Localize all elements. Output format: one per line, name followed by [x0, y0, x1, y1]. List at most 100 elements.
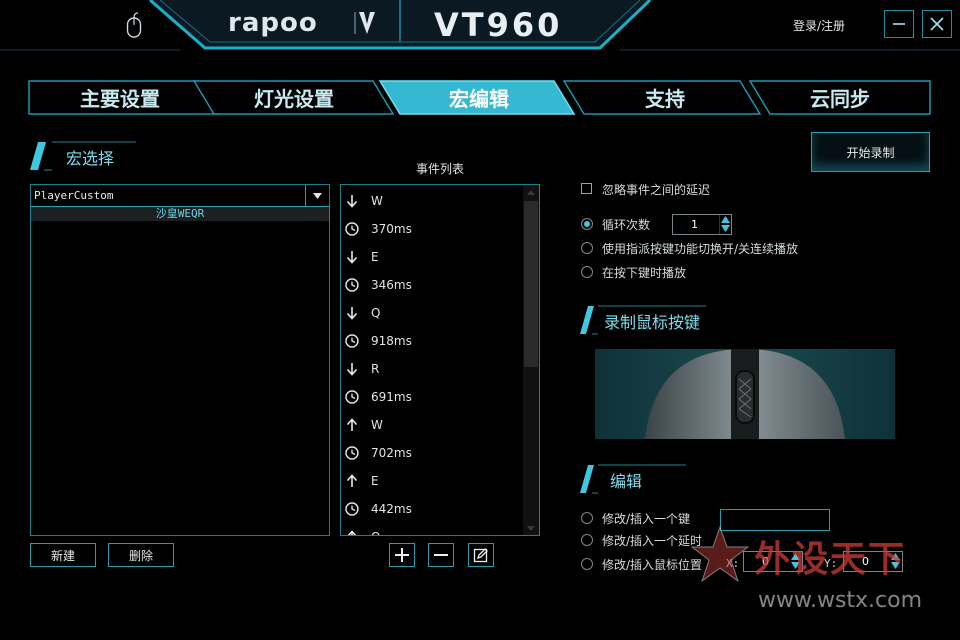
close-icon	[930, 17, 944, 31]
macro-item[interactable]: 沙皇WEQR	[31, 207, 329, 221]
arrow-down-icon	[345, 362, 359, 376]
minus-icon	[434, 554, 448, 556]
tab-main-settings[interactable]: 主要设置	[60, 80, 180, 115]
remove-event-button[interactable]	[428, 543, 454, 567]
modify-mouse-radio[interactable]	[581, 558, 593, 570]
loop-count-value[interactable]: 1	[673, 215, 719, 234]
modify-delay-label: 修改/插入一个延时	[602, 534, 703, 548]
loop-radio[interactable]	[581, 218, 593, 230]
spin-up-icon[interactable]	[720, 215, 731, 224]
ignore-delay-label: 忽略事件之间的延迟	[602, 183, 711, 197]
watermark-url: www.wstx.com	[758, 588, 923, 613]
watermark-star-icon	[690, 525, 750, 583]
close-button[interactable]	[922, 10, 952, 38]
edit-icon	[473, 548, 488, 563]
v-logo-icon	[354, 12, 375, 34]
loop-label: 循环次数	[602, 218, 651, 232]
event-text: R	[371, 362, 380, 376]
event-text: E	[371, 250, 379, 264]
event-row[interactable]: R	[341, 355, 523, 383]
event-text: 346ms	[371, 278, 412, 292]
event-list-title: 事件列表	[415, 162, 464, 176]
mouse-preview-image	[595, 349, 895, 439]
event-text: 442ms	[371, 502, 412, 516]
clock-icon	[345, 278, 359, 292]
plus-icon	[395, 548, 409, 562]
event-row[interactable]: E	[341, 467, 523, 495]
event-row[interactable]: 346ms	[341, 271, 523, 299]
event-row[interactable]: Q	[341, 299, 523, 327]
tab-macro-editor[interactable]: 宏编辑	[414, 80, 544, 115]
arrow-down-icon	[345, 194, 359, 208]
loop-count-stepper[interactable]: 1	[672, 214, 732, 235]
event-list: W 370ms E 346ms Q 918ms R 691ms W 702ms E 442ms Q	[341, 187, 523, 535]
scroll-up-icon[interactable]	[523, 185, 539, 199]
minimize-icon	[893, 23, 905, 25]
event-row[interactable]: 442ms	[341, 495, 523, 523]
clock-icon	[345, 334, 359, 348]
event-row[interactable]: W	[341, 411, 523, 439]
event-text: 691ms	[371, 390, 412, 404]
arrow-down-icon	[345, 306, 359, 320]
arrow-up-icon	[345, 418, 359, 432]
add-event-button[interactable]	[389, 543, 415, 567]
model-name: VT960	[434, 6, 563, 44]
event-text: 918ms	[371, 334, 412, 348]
event-text: W	[371, 194, 383, 208]
event-text: W	[371, 418, 383, 432]
macro-select-title: 宏选择	[66, 149, 115, 168]
new-macro-button[interactable]: 新建	[30, 543, 96, 567]
event-text: Q	[371, 530, 380, 535]
delete-macro-button[interactable]: 删除	[108, 543, 174, 567]
login-link[interactable]: 登录/注册	[793, 17, 845, 34]
scrollbar-thumb[interactable]	[524, 201, 538, 367]
event-row[interactable]: E	[341, 243, 523, 271]
event-text: E	[371, 474, 379, 488]
edit-event-button[interactable]	[468, 543, 494, 567]
title-bar: rapoo VT960 登录/注册	[0, 0, 960, 60]
event-list-panel: W 370ms E 346ms Q 918ms R 691ms W 702ms E 442ms Q	[340, 184, 540, 536]
event-row[interactable]: W	[341, 187, 523, 215]
edit-title: 编辑	[610, 472, 643, 491]
modify-key-radio[interactable]	[581, 512, 593, 524]
profile-dropdown-value: PlayerCustom	[34, 189, 114, 202]
clock-icon	[345, 222, 359, 236]
event-row[interactable]: Q	[341, 523, 523, 535]
scroll-down-icon[interactable]	[523, 521, 539, 535]
hold-play-radio[interactable]	[581, 266, 593, 278]
profile-dropdown[interactable]: PlayerCustom	[31, 184, 329, 207]
hold-play-label: 在按下键时播放	[602, 266, 687, 280]
start-record-button[interactable]: 开始录制	[811, 132, 930, 172]
tab-support[interactable]: 支持	[600, 80, 730, 115]
clock-icon	[345, 502, 359, 516]
event-text: 370ms	[371, 222, 412, 236]
event-row[interactable]: 370ms	[341, 215, 523, 243]
spin-down-icon[interactable]	[720, 224, 731, 233]
tab-cloud-sync[interactable]: 云同步	[780, 80, 900, 115]
event-text: Q	[371, 306, 381, 320]
mouse-icon	[126, 12, 142, 38]
toggle-play-radio[interactable]	[581, 242, 593, 254]
event-list-scrollbar[interactable]	[523, 185, 539, 535]
event-text: 702ms	[371, 446, 412, 460]
arrow-down-icon	[345, 250, 359, 264]
modify-key-label: 修改/插入一个键	[602, 512, 691, 526]
arrow-up-icon	[345, 474, 359, 488]
watermark-title: 外设天下	[754, 539, 907, 580]
modify-delay-radio[interactable]	[581, 534, 593, 546]
tab-lighting[interactable]: 灯光设置	[232, 80, 356, 115]
toggle-play-label: 使用指派按键功能切换开/关连续播放	[602, 242, 799, 256]
clock-icon	[345, 446, 359, 460]
arrow-up-icon	[345, 530, 359, 535]
brand-logo: rapoo	[228, 8, 318, 38]
clock-icon	[345, 390, 359, 404]
event-row[interactable]: 691ms	[341, 383, 523, 411]
macro-list-panel: PlayerCustom 沙皇WEQR	[30, 184, 330, 536]
chevron-down-icon[interactable]	[305, 184, 329, 207]
ignore-delay-checkbox[interactable]	[581, 183, 592, 194]
event-row[interactable]: 918ms	[341, 327, 523, 355]
record-mouse-title: 录制鼠标按键	[604, 313, 701, 332]
event-row[interactable]: 702ms	[341, 439, 523, 467]
minimize-button[interactable]	[884, 10, 914, 38]
modify-mouse-label: 修改/插入鼠标位置	[602, 558, 703, 572]
